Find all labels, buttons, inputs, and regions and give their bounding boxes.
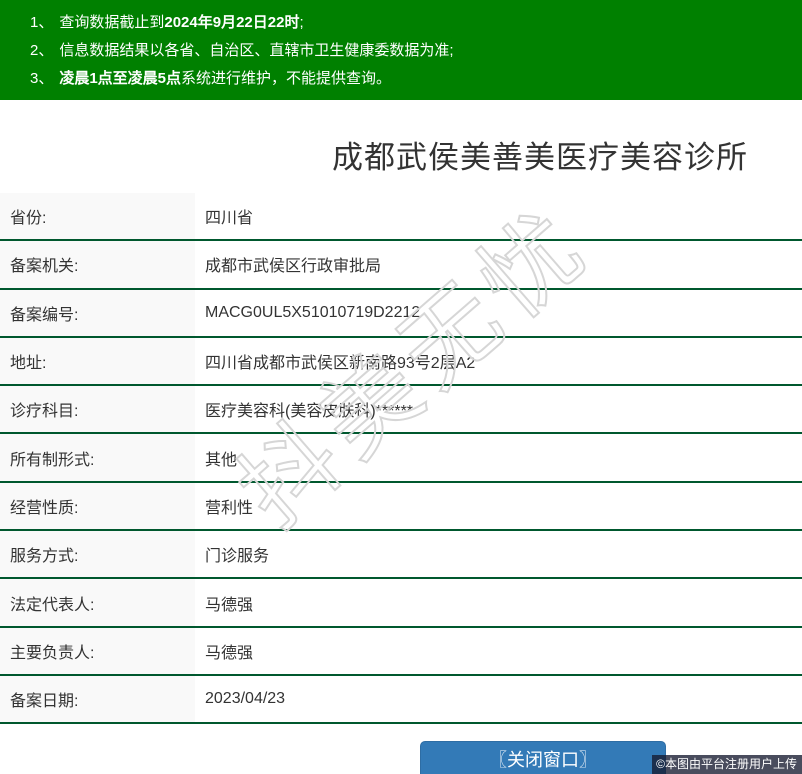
table-row-record-date: 备案日期: 2023/04/23 <box>0 675 802 725</box>
registration-result-page: 1、 查询数据截止到2024年9月22日22时; 2、 信息数据结果以各省、自治区、… <box>0 0 802 774</box>
table-row-record-number: 备案编号: MACG0UL5X51010719D2212 <box>0 289 802 338</box>
table-row-service-mode: 服务方式: 门诊服务 <box>0 531 802 580</box>
row-value: 四川省 <box>205 210 254 228</box>
notice-text: ; <box>299 14 304 31</box>
row-label: 经营性质: <box>0 482 195 530</box>
notice-line-3: 3、 凌晨1点至凌晨5点系统进行维护，不能提供查询。 <box>30 65 792 93</box>
notice-line-2: 2、 信息数据结果以各省、自治区、直辖市卫生健康委数据为准; <box>30 37 792 65</box>
table-row-business-nature: 经营性质: 营利性 <box>0 482 802 532</box>
row-label: 所有制形式: <box>0 434 195 481</box>
row-value: 马德强 <box>205 644 254 662</box>
row-label: 备案编号: <box>0 289 195 336</box>
table-row-person-in-charge: 主要负责人: 马德强 <box>0 627 802 676</box>
notice-text: 信息数据结果以各省、自治区、直辖市卫生健康委数据为准; <box>59 42 454 59</box>
row-value: 营利性 <box>205 499 254 517</box>
table-row-departments: 诊疗科目: 医疗美容科(美容皮肤科)****** <box>0 386 802 435</box>
page-title: 成都武侯美善美医疗美容诊所 <box>332 140 748 175</box>
table-row-authority: 备案机关: 成都市武侯区行政审批局 <box>0 241 802 290</box>
row-value: 门诊服务 <box>205 548 270 566</box>
table-row-address: 地址: 四川省成都市武侯区新南路93号2层A2 <box>0 337 802 387</box>
row-value: 其他 <box>205 451 238 469</box>
row-label: 法定代表人: <box>0 579 195 626</box>
notice-number: 2、 <box>30 42 54 59</box>
notice-bar: 1、 查询数据截止到2024年9月22日22时; 2、 信息数据结果以各省、自治区、… <box>0 0 802 100</box>
row-value: 2023/04/23 <box>205 690 286 708</box>
notice-number: 3、 <box>30 70 54 87</box>
row-label: 诊疗科目: <box>0 386 195 433</box>
title-area: 成都武侯美善美医疗美容诊所 <box>0 100 802 193</box>
row-label: 服务方式: <box>0 531 195 578</box>
table-row-ownership: 所有制形式: 其他 <box>0 434 802 483</box>
row-value: MACG0UL5X51010719D2212 <box>205 303 421 321</box>
notice-text-bold: 凌晨1点至凌晨5点 <box>59 70 182 87</box>
notice-text: 查询数据截止到 <box>59 14 165 31</box>
row-value: 四川省成都市武侯区新南路93号2层A2 <box>205 355 476 373</box>
row-label: 地址: <box>0 337 195 385</box>
row-label: 备案日期: <box>0 675 195 723</box>
row-value: 马德强 <box>205 596 254 614</box>
attribution-strip: ©本图由平台注册用户上传 <box>652 755 802 774</box>
table-row-legal-representative: 法定代表人: 马德强 <box>0 579 802 628</box>
row-label: 省份: <box>0 193 195 240</box>
row-label: 备案机关: <box>0 241 195 288</box>
notice-number: 1、 <box>30 14 54 31</box>
row-label: 主要负责人: <box>0 627 195 674</box>
notice-text: 系统进行维护，不能提供查询。 <box>181 70 392 87</box>
info-table: 省份: 四川省 备案机关: 成都市武侯区行政审批局 备案编号: MACG0UL5… <box>0 193 802 725</box>
table-row-province: 省份: 四川省 <box>0 193 802 242</box>
row-value: 成都市武侯区行政审批局 <box>205 258 382 276</box>
notice-line-1: 1、 查询数据截止到2024年9月22日22时; <box>30 9 792 37</box>
notice-text-bold: 2024年9月22日22时 <box>164 14 300 31</box>
row-value: 医疗美容科(美容皮肤科)****** <box>205 403 414 421</box>
close-window-button[interactable]: 〖关闭窗口〗 <box>420 741 666 774</box>
